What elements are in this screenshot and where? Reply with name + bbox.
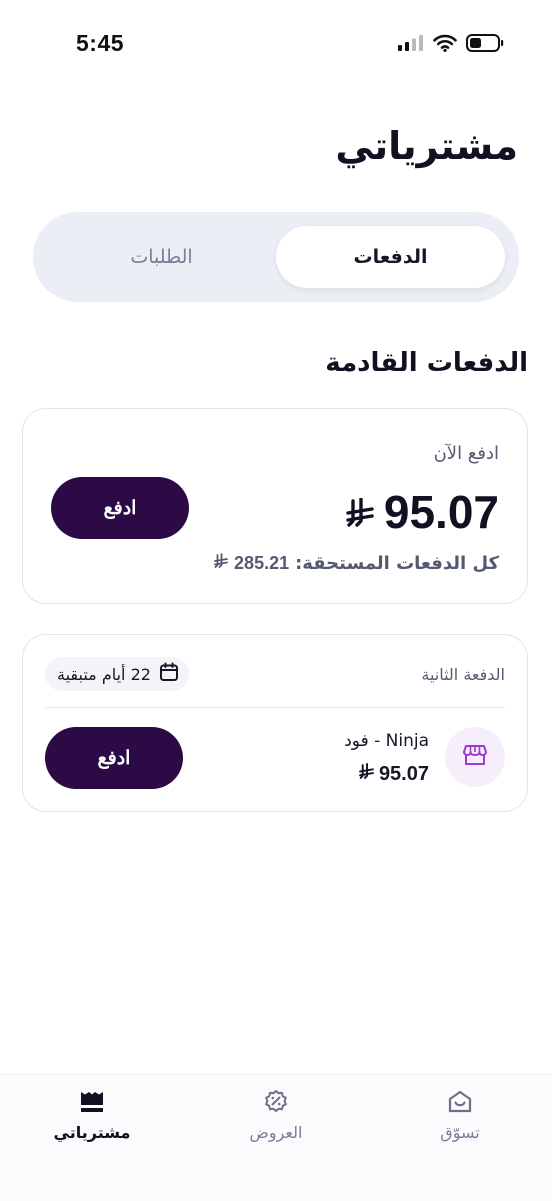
receipt-icon [79, 1087, 105, 1117]
merchant-amount: 95.07 [378, 763, 429, 785]
upcoming-payments-title: الدفعات القادمة [325, 348, 528, 378]
days-remaining-badge: 22 أيام متبقية [45, 657, 189, 691]
nav-shop[interactable]: تسوّق [390, 1087, 530, 1142]
shop-home-icon [447, 1087, 473, 1117]
store-icon [463, 744, 487, 770]
pay-now-label: ادفع الآن [433, 443, 499, 464]
pay-second-button[interactable]: ادفع [45, 727, 183, 789]
merchant-name: Ninja - فود [344, 731, 429, 751]
status-bar-time: 5:45 [76, 30, 125, 56]
divider [45, 707, 505, 708]
pay-now-amount: 95.07 [383, 486, 499, 538]
tab-orders[interactable]: الطلبات [47, 226, 276, 288]
riyal-currency-icon [359, 763, 374, 786]
bottom-nav: مشترياتي العروض تسوّق [0, 1074, 552, 1201]
riyal-currency-icon [346, 485, 374, 539]
riyal-currency-icon [214, 553, 228, 574]
total-due-row: كل الدفعات المستحقة: 285.21 [214, 553, 499, 574]
days-remaining-text: 22 أيام متبقية [57, 664, 151, 684]
nav-label-shop: تسوّق [440, 1123, 480, 1142]
total-due-amount: 285.21 [234, 553, 290, 573]
calendar-icon [159, 662, 179, 686]
pay-now-amount-row: 95.07 [346, 485, 499, 539]
nav-label-offers: العروض [249, 1123, 303, 1142]
battery-icon [466, 34, 504, 56]
nav-offers[interactable]: العروض [206, 1087, 346, 1142]
merchant-amount-row: 95.07 [359, 763, 429, 786]
page-title: مشترياتي [335, 124, 518, 168]
cellular-signal-icon [398, 35, 424, 55]
second-payment-card: الدفعة الثانية 22 أيام متبقية Ninja - فو… [22, 634, 528, 812]
second-payment-label: الدفعة الثانية [421, 665, 505, 684]
status-bar-icons [398, 34, 504, 56]
pay-now-button[interactable]: ادفع [51, 477, 189, 539]
tab-payments[interactable]: الدفعات [276, 226, 505, 288]
wifi-icon [433, 34, 457, 56]
nav-label-my-purchases: مشترياتي [53, 1123, 131, 1142]
tabs-segmented-control: الدفعات الطلبات [33, 212, 519, 302]
total-due-label: كل الدفعات المستحقة: [295, 553, 499, 574]
discount-badge-icon [263, 1087, 289, 1117]
pay-now-card: ادفع الآن 95.07 كل الدفعات المستحقة: 285… [22, 408, 528, 604]
merchant-avatar [445, 727, 505, 787]
nav-my-purchases[interactable]: مشترياتي [22, 1087, 162, 1142]
